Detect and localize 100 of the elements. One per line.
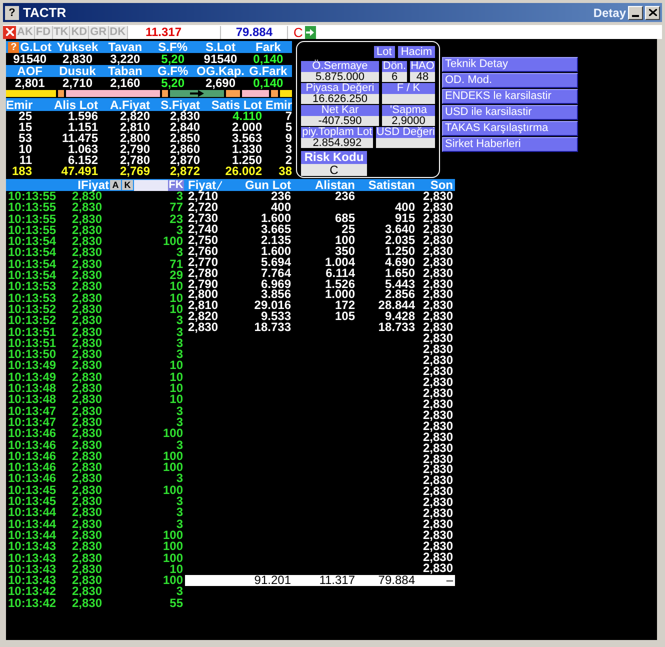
summary-value: 2,830 [61, 53, 94, 65]
cancel-button[interactable] [3, 26, 16, 38]
trade-time: 10:13:46 [8, 473, 58, 485]
table-cell-text: 5 [284, 122, 292, 133]
table-cell-text: 2.035 [384, 234, 415, 246]
column-header: OG.Kap. [196, 65, 244, 77]
summary-value: 0,140 [252, 53, 284, 65]
total-cell-text: 11.317 [318, 574, 355, 586]
total-cell-text: – [446, 574, 453, 586]
table-cell-text: 1.330 [230, 144, 262, 155]
table-cell-text: 6.114 [324, 268, 355, 279]
trade-lot: 3 [175, 338, 183, 350]
trade-time: 10:13:48 [8, 383, 58, 394]
toolbar-button[interactable]: KD [70, 26, 90, 38]
sort-button[interactable]: A [110, 180, 121, 190]
table-cell-text: 1.063 [68, 144, 98, 155]
table-cell-text: 3.665 [260, 224, 291, 235]
trade-time: 10:13:55 [8, 224, 58, 236]
menu-item[interactable]: Teknik Detay [442, 57, 578, 72]
trade-lot: 3 [176, 191, 183, 202]
table-cell-text: 2.135 [260, 234, 291, 246]
table-cell-text: 2,830 [422, 432, 453, 443]
help-mark: ? [5, 6, 19, 20]
table-cell-text: 2,790 [187, 278, 220, 290]
trade-time: 10:13:44 [8, 507, 58, 519]
trade-lot: 10 [168, 394, 183, 406]
trade-time: 10:13:49 [8, 360, 58, 372]
buy-volume: 11.317 [144, 26, 183, 38]
toggle-button[interactable]: Lot [374, 46, 395, 58]
close-button[interactable] [645, 6, 660, 20]
table-cell-text: 18.733 [377, 322, 415, 334]
trade-time: 10:13:52 [8, 315, 58, 327]
summary-value: 5,20 [160, 77, 186, 89]
trade-price: 2,830 [72, 191, 102, 202]
table-cell-text: 2.000 [230, 122, 262, 133]
toolbar-button[interactable]: TK [52, 26, 70, 38]
menu-item[interactable]: USD ile karsilastir [442, 105, 578, 120]
trade-lot: 55 [168, 598, 183, 609]
menu-item[interactable]: Sirket Haberleri [442, 137, 578, 152]
trade-price: 2,830 [72, 406, 104, 417]
table-cell-text: 2,830 [422, 454, 453, 464]
menu-item[interactable]: OD. Mod. [442, 73, 578, 88]
toolbar-button[interactable]: FD [34, 26, 53, 38]
trade-time: 10:13:43 [8, 564, 58, 576]
detail-label: Detay [593, 6, 626, 18]
column-header: Fiyat [188, 179, 216, 191]
table-cell-text: 9.533 [260, 311, 291, 322]
trade-time: 10:13:42 [8, 598, 58, 609]
column-header: Alis Lot [53, 98, 98, 110]
table-cell-text: 1.004 [324, 256, 355, 268]
table-cell-text: 2,710 [187, 191, 220, 202]
arrow-right-icon [306, 28, 314, 36]
trade-time: 10:13:44 [8, 518, 58, 530]
table-cell-text: 2,810 [118, 122, 150, 133]
column-header: Gun Lot [245, 179, 291, 191]
menu-item[interactable]: ENDEKS le karsilastir [442, 89, 578, 104]
table-cell-text: 2,830 [422, 508, 453, 520]
filter-field[interactable] [134, 180, 168, 190]
minimize-icon [632, 14, 639, 16]
trade-time: 10:13:47 [8, 416, 58, 428]
table-cell-text: 236 [334, 191, 355, 202]
table-cell-text: 172 [334, 300, 355, 312]
summary-value: 5,20 [160, 53, 186, 65]
summary-value: 91540 [12, 53, 48, 65]
table-cell-text: 2,830 [422, 289, 453, 300]
table-cell-text: 2,770 [187, 256, 220, 268]
trade-time: 10:13:45 [8, 496, 58, 508]
table-cell-text: 2,830 [422, 212, 453, 224]
table-cell-text: 5.443 [384, 278, 415, 290]
menu-item[interactable]: TAKAS Karşılaştırma [442, 121, 578, 136]
toggle-button[interactable]: Hacim [398, 46, 435, 58]
table-cell-text: 2,830 [422, 246, 453, 257]
trade-lot: 3 [176, 518, 183, 530]
table-cell-text: 1.600 [260, 246, 291, 257]
table-cell-text: 3.640 [384, 224, 415, 235]
table-cell-text: 7 [284, 111, 292, 122]
fk-button[interactable]: FK [168, 180, 184, 190]
table-cell-text: 2,820 [120, 111, 150, 122]
table-cell-text: 2,780 [118, 155, 150, 166]
trade-lot: 3 [176, 224, 183, 236]
toolbar-button[interactable]: GR [89, 26, 109, 38]
table-cell-text: 2,830 [422, 333, 453, 344]
trade-price: 2,830 [72, 473, 104, 485]
table-cell-text: 25 [342, 224, 355, 235]
table-cell-text: 2,830 [422, 256, 453, 268]
go-button[interactable] [304, 26, 316, 38]
total-cell-text: 183 [10, 166, 32, 177]
table-cell-text: 2,850 [168, 133, 200, 144]
trade-time: 10:13:43 [8, 552, 58, 564]
column-header: Yuksek [56, 41, 98, 53]
column-header: IFiyat [78, 179, 109, 191]
sort-button[interactable]: K [122, 180, 133, 190]
table-cell-text: 10 [18, 144, 32, 155]
toolbar-button[interactable]: DK [108, 26, 128, 38]
table-cell-text: 2,830 [187, 322, 220, 334]
minimize-button[interactable] [628, 6, 643, 20]
table-cell-text: 2,830 [422, 552, 453, 563]
trade-price: 2,830 [72, 202, 104, 214]
toolbar-button[interactable]: AK [16, 26, 35, 38]
trade-price: 2,830 [72, 440, 104, 451]
